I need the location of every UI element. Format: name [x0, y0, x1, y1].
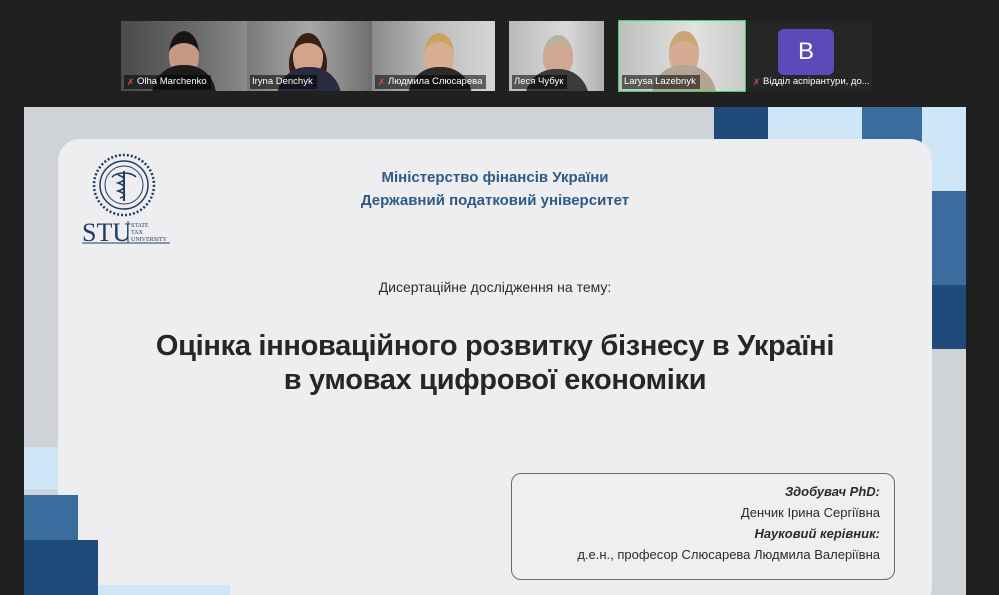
mic-muted-icon: ✗	[752, 77, 761, 87]
participant-tile[interactable]: Iryna Denchyk	[247, 21, 372, 91]
participant-tile-active-speaker[interactable]: Larysa Lazebnyk	[618, 20, 746, 92]
participant-name: Відділ аспірантури, до...	[763, 76, 870, 87]
participant-strip: ✗ Olha Marchenko Iryna Denchyk ✗ Людмила…	[0, 0, 999, 107]
main-title-line: Оцінка інноваційного розвитку бізнесу в …	[155, 330, 835, 362]
logo-subtext: UNIVERSITY	[131, 237, 168, 243]
author-info-box: Здобувач PhD: Денчик Ірина Сергіївна Нау…	[511, 473, 895, 580]
slide-main-title: Оцінка інноваційного розвитку бізнесу в …	[24, 329, 966, 397]
participant-avatar: B	[778, 29, 834, 75]
slide-subtitle: Дисертаційне дослідження на тему:	[378, 279, 612, 295]
participant-tile[interactable]: Леся Чубук	[509, 21, 604, 91]
participant-name: Olha Marchenko	[137, 76, 207, 87]
advisor-name: д.е.н., професор Слюсарева Людмила Валер…	[577, 547, 880, 562]
participant-nametag: ✗ Olha Marchenko	[124, 75, 211, 89]
participant-name: Iryna Denchyk	[252, 76, 313, 87]
participant-name: Larysa Lazebnyk	[624, 76, 696, 87]
participant-name: Людмила Слюсарева	[388, 76, 483, 87]
applicant-label: Здобувач PhD:	[784, 484, 880, 499]
logo-text: STU	[82, 218, 131, 247]
decor-square	[24, 447, 58, 489]
ministry-title: Міністерство фінансів України	[381, 169, 609, 186]
participant-tile[interactable]: ✗ Людмила Слюсарева	[372, 21, 495, 91]
participant-nametag: Larysa Lazebnyk	[622, 75, 700, 89]
participant-nametag: Леся Чубук	[512, 75, 568, 89]
decor-square	[24, 495, 78, 540]
decor-square	[98, 585, 230, 595]
decor-square	[24, 540, 98, 595]
logo-subtext: STATE	[131, 223, 149, 229]
mic-muted-icon: ✗	[126, 77, 135, 87]
main-title-line: в умовах цифрової економіки	[283, 364, 707, 396]
university-title: Державний податковий університет	[360, 192, 630, 209]
participant-name: Леся Чубук	[514, 76, 564, 87]
mic-muted-icon: ✗	[377, 77, 386, 87]
shared-slide: STU STATE TAX UNIVERSITY Міністерство фі…	[24, 107, 966, 595]
advisor-label: Науковий керівник:	[754, 526, 881, 541]
participant-nametag: ✗ Відділ аспірантури, до...	[750, 75, 872, 89]
applicant-name: Денчик Ірина Сергіївна	[740, 505, 880, 520]
logo-subtext: TAX	[131, 230, 144, 236]
participant-nametag: ✗ Людмила Слюсарева	[375, 75, 487, 89]
participant-nametag: Iryna Denchyk	[250, 75, 317, 89]
participant-tile[interactable]: ✗ Olha Marchenko	[121, 21, 247, 91]
